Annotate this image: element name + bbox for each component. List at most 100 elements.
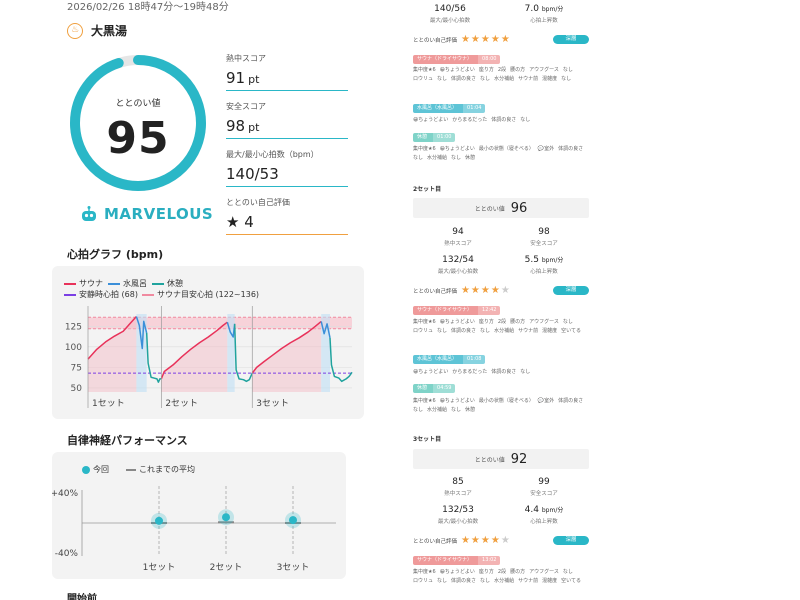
series-line-rest: [329, 337, 353, 383]
star-filled-icon: ★: [480, 535, 490, 546]
tag-item: からまるだった: [452, 117, 488, 123]
set-3-title: 3セット目: [413, 436, 442, 443]
tag-item: 😀ちょうどよい: [439, 398, 475, 404]
set-label: 3セット: [256, 398, 289, 409]
tag-item: 水分補給: [494, 578, 515, 584]
tag-item: なし: [520, 369, 531, 375]
score-value: 95: [106, 113, 170, 164]
tag-item: 水分補給: [494, 76, 515, 82]
tag-item: なし: [561, 76, 572, 82]
tag-item: アウフグース: [529, 569, 559, 575]
metric-label: ととのい自己評価: [226, 198, 290, 207]
hr-chart-title: 心拍グラフ (bpm): [67, 248, 164, 261]
water-chip[interactable]: 水風呂（水風呂） 01:04: [413, 104, 486, 113]
tag-item: なし: [413, 407, 424, 413]
tag-item: 空いてる: [561, 578, 581, 584]
tag-item: 最小の状態（寝そべる）: [478, 398, 534, 404]
star-filled-icon: ★: [480, 285, 490, 296]
water-chip[interactable]: 水風呂（水風呂） 01:08: [413, 355, 486, 364]
top-metric-hr: 140/56 最大/最小心拍数: [429, 4, 471, 24]
sauna-flame-icon: ♨: [67, 22, 83, 39]
rank-row: MARVELOUS: [80, 205, 213, 223]
metric-label: 安全スコア: [226, 102, 266, 111]
star-empty-icon: ★: [500, 285, 510, 296]
tag-item: なし: [437, 328, 448, 334]
depth-badge[interactable]: 深層: [553, 286, 589, 295]
depth-badge[interactable]: 深層: [553, 536, 589, 545]
set-label: 2セット: [210, 562, 243, 573]
tag-item: 😀ちょうどよい: [439, 146, 475, 152]
top-metric-rise: 7.0 bpm/分 心拍上昇数: [524, 4, 564, 24]
tag-item: 座り方: [478, 67, 494, 73]
self-rating-row: ととのい自己評価 ★ ★ ★ ★ ★: [413, 535, 510, 546]
autonomic-performance-chart: +40% -40% 1セット 2セット 3セット: [52, 486, 336, 573]
tag-item: サウナ前: [518, 328, 539, 334]
sauna-chip[interactable]: サウナ（ドライサウナ） 08:00: [413, 55, 501, 64]
tag-item: サウナ前: [518, 578, 539, 584]
star-filled-icon: ★: [470, 535, 480, 546]
tag-item: なし: [451, 155, 462, 161]
series-line-rest: [145, 332, 162, 383]
hr-chart-card: サウナ 水風呂 休憩 安静時心拍 (68) サウナ目安心拍 (122~136) …: [52, 266, 364, 419]
star-filled-icon: ★: [490, 535, 500, 546]
set-2-heat: 94 熱中スコア: [444, 227, 472, 247]
tag-item: ロウリュ: [413, 328, 434, 334]
set-3-score-box: ととのい値 92: [413, 449, 589, 469]
rest-chip[interactable]: 休憩 01:00: [413, 133, 456, 142]
star-rating: ★ ★ ★ ★ ★: [461, 536, 510, 546]
star-empty-icon: ★: [500, 535, 510, 546]
tag-item: 混雑度: [542, 578, 558, 584]
rest-tags: 集中度★6 😀ちょうどよい 最小の状態（寝そべる） 💬室外 体調の良さなし 水分補給 なし休…: [413, 397, 598, 415]
tag-item: なし: [480, 578, 491, 584]
tag-item: 腰の方: [510, 319, 526, 325]
tag-item: 💬室外: [537, 398, 555, 404]
tag-item: 2段: [497, 319, 507, 325]
tag-item: 集中度★6: [413, 569, 436, 575]
score-label: ととのい値: [115, 99, 161, 109]
tag-item: 混雑度: [542, 76, 558, 82]
star-rating: ★ ★ ★ ★ ★: [461, 286, 510, 296]
tag-item: 😀ちょうどよい: [413, 117, 449, 123]
set-2-title: 2セット目: [413, 186, 442, 193]
tag-item: 体調の良さ: [451, 328, 477, 334]
sauna-chip[interactable]: サウナ（ドライサウナ） 13:02: [413, 556, 501, 565]
star-filled-icon: ★: [470, 285, 480, 296]
tag-item: 水分補給: [427, 407, 448, 413]
star-filled-icon: ★: [460, 285, 470, 296]
set-details-panel: 140/56 最大/最小心拍数 7.0 bpm/分 心拍上昇数 ととのい自己評価…: [405, 0, 605, 600]
metric-value: 98 pt: [226, 117, 260, 135]
tag-item: 腰の方: [510, 569, 526, 575]
star-rating: ★ ★ ★ ★ ★: [461, 35, 510, 45]
y-tick-label: 125: [65, 322, 82, 332]
tag-item: 腰の方: [510, 67, 526, 73]
tag-item: 体調の良さ: [558, 398, 584, 404]
depth-badge[interactable]: 深層: [553, 35, 589, 44]
set-3-safety: 99 安全スコア: [530, 477, 558, 497]
y-bottom-label: -40%: [55, 549, 79, 559]
tag-item: ロウリュ: [413, 76, 434, 82]
y-tick-label: 50: [71, 384, 83, 394]
star-filled-icon: ★: [490, 34, 500, 45]
star-filled-icon: ★: [460, 34, 470, 45]
metric-label: 熱中スコア: [226, 54, 266, 63]
tag-item: 体調の良さ: [451, 578, 477, 584]
rest-chip[interactable]: 休憩 04:59: [413, 384, 456, 393]
tag-item: 最小の状態（寝そべる）: [478, 146, 534, 152]
tag-item: 体調の良さ: [491, 369, 517, 375]
metric-value: ★ 4: [226, 213, 254, 231]
tag-item: 😀ちょうどよい: [439, 569, 475, 575]
tag-item: 2段: [497, 67, 507, 73]
star-filled-icon: ★: [470, 34, 480, 45]
tag-item: なし: [562, 67, 573, 73]
tag-item: なし: [451, 407, 462, 413]
set-3-hr: 132/53 最大/最小心拍数: [437, 505, 479, 525]
facility-row[interactable]: ♨ 大黒湯: [67, 22, 127, 39]
perf-chart-card: 今回 これまでの平均 +40% -40% 1セット 2セット 3セット: [52, 452, 346, 579]
rest-tags: 集中度★6 😀ちょうどよい 最小の状態（寝そべる） 💬室外 体調の良さなし 水分補給 なし休…: [413, 145, 598, 163]
set-label: 3セット: [277, 562, 310, 573]
tag-item: 水分補給: [427, 155, 448, 161]
tag-item: 集中度★6: [413, 398, 436, 404]
sauna-chip[interactable]: サウナ（ドライサウナ） 12:42: [413, 306, 501, 315]
tag-item: 休憩: [465, 155, 476, 161]
sauna-tags: 集中度★6 😀ちょうどよい 座り方 2段 腰の方 アウフグース なしロウリュ なし 体調の良さな…: [413, 318, 598, 336]
